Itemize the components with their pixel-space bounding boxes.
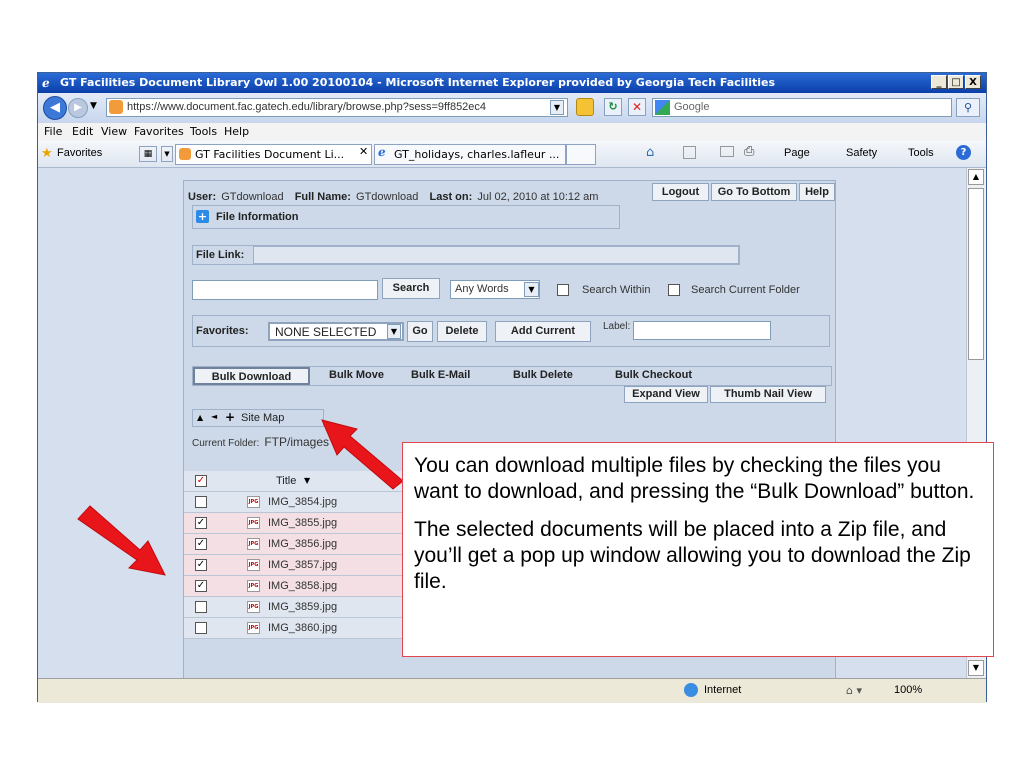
instruction-callout: You can download multiple files by check… — [402, 442, 994, 657]
arrow-to-bulk-download — [321, 419, 404, 490]
callout-paragraph-1: You can download multiple files by check… — [414, 454, 975, 503]
arrow-to-checkboxes — [77, 505, 166, 576]
callout-paragraph-2: The selected documents will be placed in… — [414, 518, 971, 593]
